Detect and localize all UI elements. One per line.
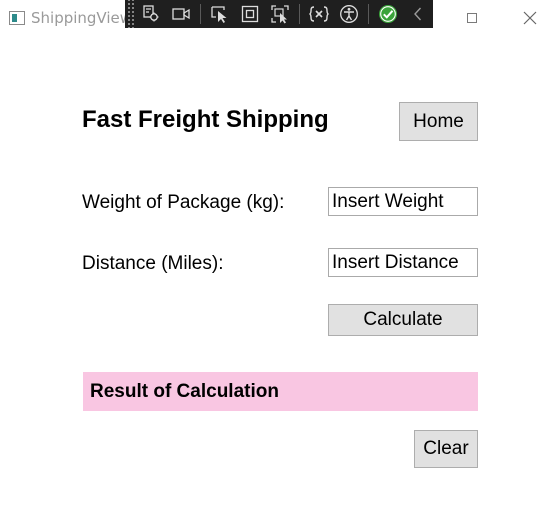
app-window-icon bbox=[9, 11, 25, 25]
live-visual-tree-button[interactable] bbox=[138, 3, 164, 25]
binding-failures-icon bbox=[309, 6, 329, 22]
toolbar-separator bbox=[299, 4, 300, 24]
weight-label: Weight of Package (kg): bbox=[82, 192, 285, 213]
window-title: ShippingView bbox=[31, 9, 133, 27]
page-title: Fast Freight Shipping bbox=[82, 106, 329, 133]
accessibility-checker-button[interactable] bbox=[336, 3, 362, 25]
toolbar-separator bbox=[200, 4, 201, 24]
result-panel: Result of Calculation bbox=[83, 372, 478, 411]
display-layout-adorners-icon bbox=[241, 5, 259, 23]
record-video-button[interactable] bbox=[168, 3, 194, 25]
distance-label: Distance (Miles): bbox=[82, 253, 224, 274]
track-focused-element-icon bbox=[271, 5, 289, 24]
hot-reload-status-button[interactable] bbox=[375, 3, 401, 25]
close-button[interactable] bbox=[518, 6, 542, 30]
weight-input[interactable] bbox=[328, 187, 478, 216]
live-visual-tree-icon bbox=[143, 5, 159, 22]
accessibility-icon bbox=[340, 5, 358, 23]
result-text: Result of Calculation bbox=[90, 380, 279, 402]
hot-reload-check-icon bbox=[379, 5, 397, 23]
toolbar-grip-handle[interactable] bbox=[126, 0, 136, 28]
track-focused-element-button[interactable] bbox=[267, 3, 293, 25]
clear-button[interactable]: Clear bbox=[414, 430, 478, 468]
binding-failures-button[interactable] bbox=[306, 3, 332, 25]
video-camera-icon bbox=[172, 8, 190, 20]
calculate-button[interactable]: Calculate bbox=[328, 304, 478, 336]
distance-input[interactable] bbox=[328, 248, 478, 277]
xaml-debug-toolbar bbox=[125, 0, 433, 28]
select-element-icon bbox=[211, 6, 227, 23]
toolbar-separator bbox=[368, 4, 369, 24]
shipping-view-window: ShippingView Fast Freight Shipping Home … bbox=[0, 0, 559, 512]
collapse-chevron-icon bbox=[414, 7, 422, 21]
collapse-toolbar-button[interactable] bbox=[405, 3, 431, 25]
maximize-button[interactable] bbox=[460, 6, 484, 30]
close-icon bbox=[523, 11, 537, 25]
home-button[interactable]: Home bbox=[399, 102, 478, 141]
select-element-button[interactable] bbox=[207, 3, 233, 25]
maximize-icon bbox=[467, 13, 477, 23]
display-layout-adorners-button[interactable] bbox=[237, 3, 263, 25]
